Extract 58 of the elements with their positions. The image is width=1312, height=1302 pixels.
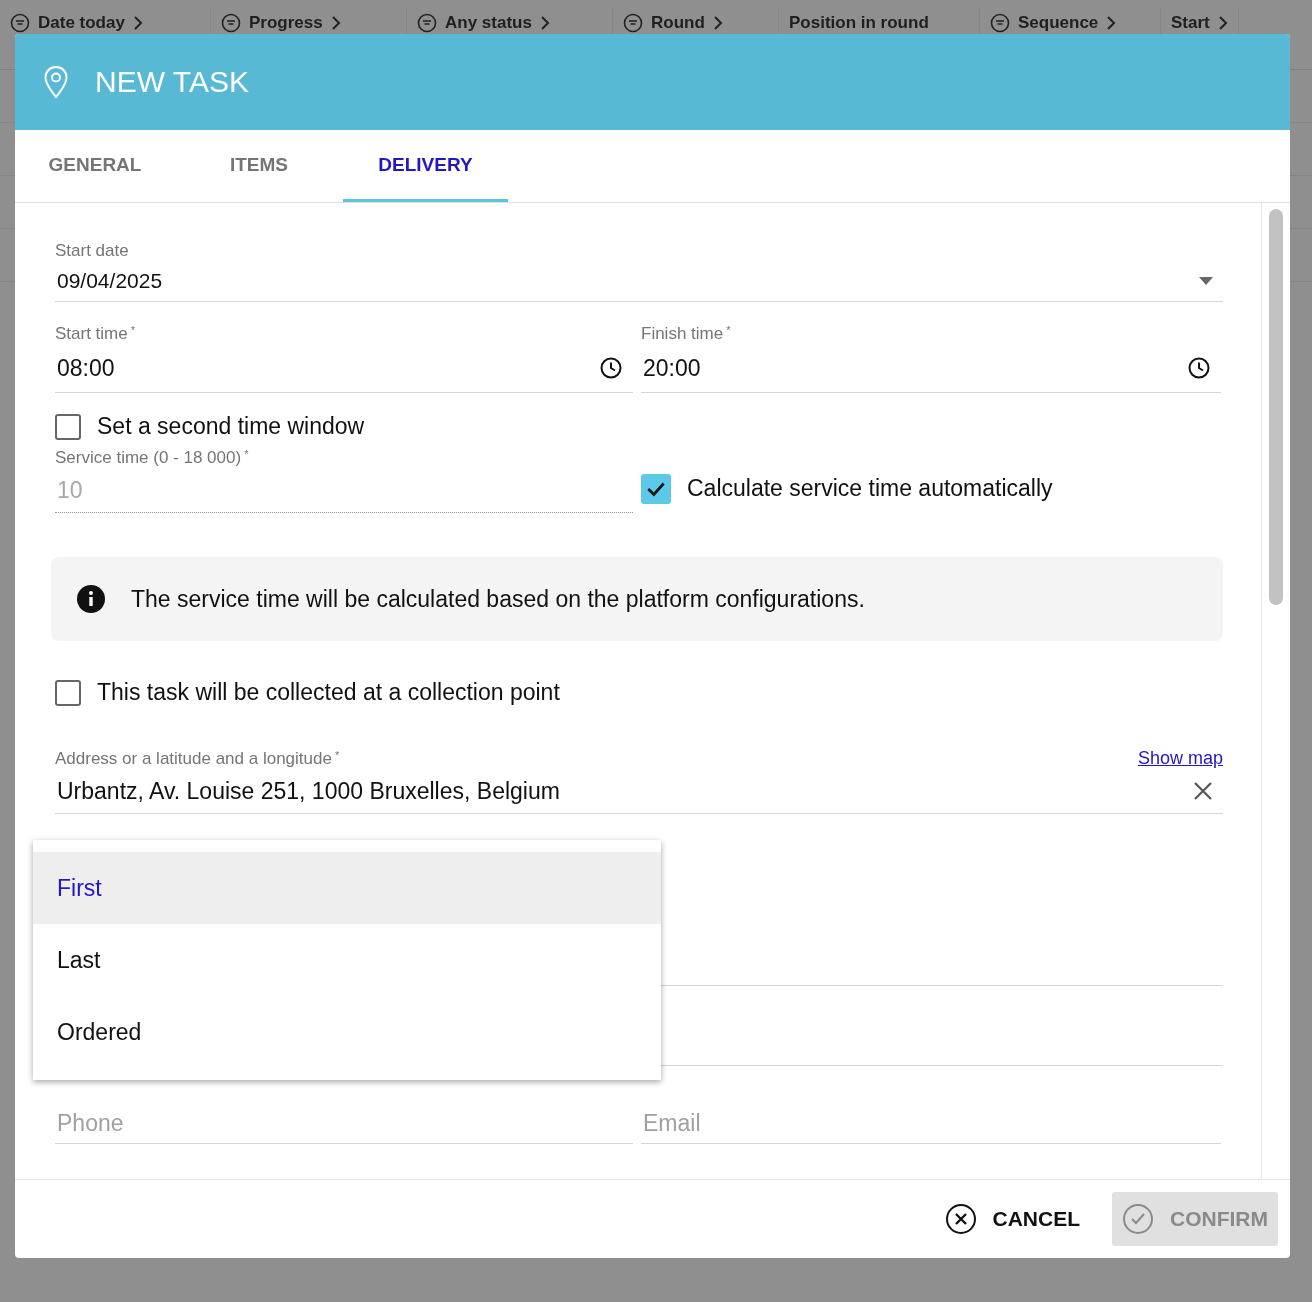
tab[interactable]: ITEMS — [185, 130, 333, 202]
check-circle-icon — [1122, 1203, 1154, 1235]
checkbox-label: Set a second time window — [97, 413, 365, 440]
filter-icon[interactable] — [221, 13, 241, 33]
info-icon — [77, 585, 105, 613]
checkbox[interactable] — [55, 413, 81, 440]
dropdown-arrow-icon[interactable] — [1199, 277, 1213, 285]
time-field[interactable]: 20:00 — [641, 344, 1221, 393]
filter-icon[interactable] — [417, 13, 437, 33]
dialog-title: NEW TASK — [95, 65, 249, 99]
column-header[interactable]: Round — [651, 13, 705, 33]
location-pin-icon — [43, 65, 69, 99]
info-text: The service time will be calculated based on the platform configurations. — [131, 585, 865, 613]
email-field[interactable]: Email — [641, 1104, 1221, 1144]
checkbox[interactable] — [55, 679, 81, 706]
filter-icon[interactable] — [10, 13, 30, 33]
field-label: Service time (0 - 18 000) — [55, 448, 242, 467]
field-label: Start date — [55, 241, 130, 261]
column-header[interactable]: Any status — [445, 13, 532, 33]
column-header[interactable]: Date today — [38, 13, 125, 33]
column-header[interactable]: Start — [1171, 13, 1210, 33]
chevron-right-icon[interactable] — [539, 16, 550, 30]
column-header[interactable]: Progress — [249, 13, 323, 33]
column-header[interactable]: Sequence — [1018, 13, 1099, 33]
checkbox-label: This task will be collected at a collection point — [97, 679, 560, 706]
required-mark: * — [726, 324, 731, 336]
filter-icon[interactable] — [990, 13, 1010, 33]
checkbox[interactable] — [641, 473, 671, 504]
clock-icon[interactable] — [599, 356, 623, 380]
phone-field[interactable]: Phone — [55, 1104, 633, 1144]
chevron-right-icon[interactable] — [330, 16, 341, 30]
filter-icon[interactable] — [623, 13, 643, 33]
field-label: Finish time — [641, 324, 724, 343]
show-map-link[interactable]: Show map — [1137, 748, 1223, 769]
date-field[interactable]: 09/04/2025 — [55, 261, 1223, 302]
dropdown-option[interactable]: Last — [33, 924, 661, 996]
field-label: Start time — [55, 324, 128, 343]
close-icon — [944, 1203, 977, 1235]
cancel-button[interactable]: CANCEL — [934, 1192, 1090, 1246]
clear-icon[interactable] — [1193, 781, 1213, 801]
dropdown-option[interactable]: First — [33, 852, 661, 924]
field-label: Address or a latitude and a longitude — [55, 749, 332, 768]
checkbox-label: Calculate service time automatically — [687, 475, 1053, 502]
chevron-right-icon[interactable] — [1106, 16, 1117, 30]
tab[interactable]: GENERAL — [15, 130, 175, 202]
column-header[interactable]: Position in round — [789, 13, 929, 33]
tab[interactable]: DELIVERY — [343, 130, 508, 202]
dropdown-option[interactable]: Ordered — [33, 996, 661, 1068]
chevron-right-icon[interactable] — [132, 16, 143, 30]
scrollbar-thumb[interactable] — [1269, 209, 1283, 605]
chevron-right-icon[interactable] — [712, 16, 723, 30]
address-field[interactable]: Urbantz, Av. Louise 251, 1000 Bruxelles, Belgium — [55, 769, 1223, 814]
clock-icon[interactable] — [1187, 356, 1211, 380]
time-field[interactable]: 08:00 — [55, 344, 633, 393]
required-mark: * — [244, 448, 249, 460]
required-mark: * — [334, 749, 340, 761]
required-mark: * — [130, 324, 136, 336]
chevron-right-icon[interactable] — [1217, 16, 1228, 30]
